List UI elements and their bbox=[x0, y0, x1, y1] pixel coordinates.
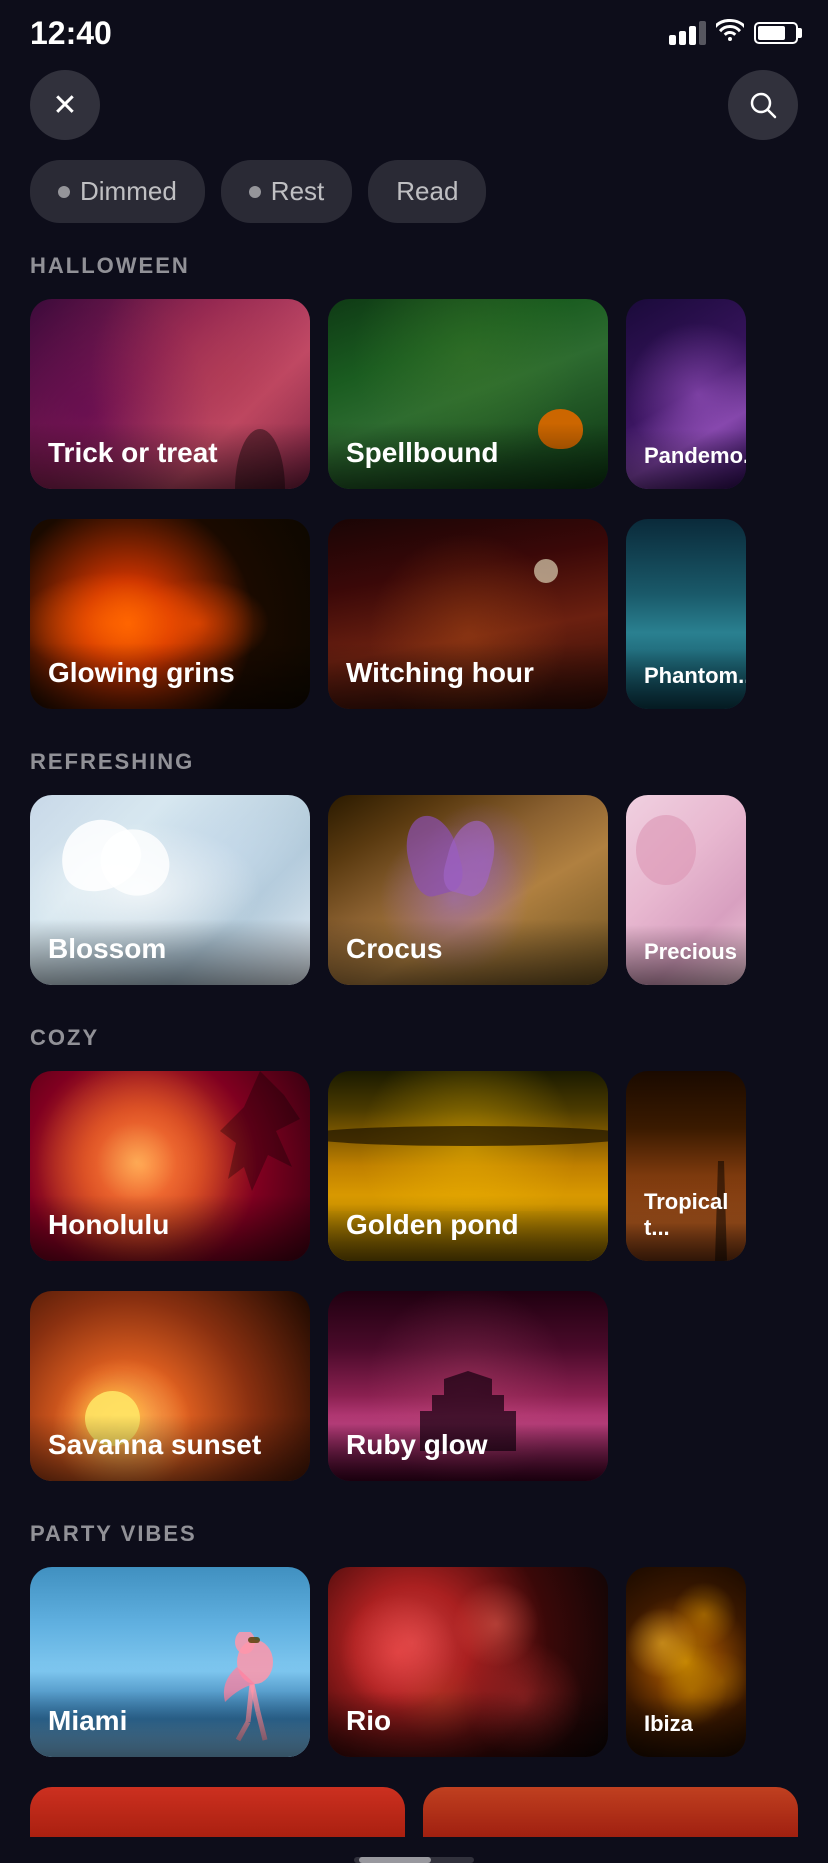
card-ruby-glow-label: Ruby glow bbox=[328, 1415, 608, 1481]
battery-icon bbox=[754, 22, 798, 44]
card-witching-hour-label: Witching hour bbox=[328, 643, 608, 709]
section-party-vibes-label: PARTY VIBES bbox=[0, 1521, 828, 1567]
section-halloween-label: HALLOWEEN bbox=[0, 253, 828, 299]
card-honolulu-label: Honolulu bbox=[30, 1195, 310, 1261]
filter-row: Dimmed Rest Read bbox=[0, 160, 828, 253]
card-trick-or-treat[interactable]: Trick or treat bbox=[30, 299, 310, 489]
scroll-indicator bbox=[354, 1857, 474, 1863]
card-tropical[interactable]: Tropical t... bbox=[626, 1071, 746, 1261]
cozy-row-2: Savanna sunset Ruby glow bbox=[0, 1291, 828, 1511]
status-icons bbox=[669, 19, 798, 48]
card-pandemonium-label: Pandemo... bbox=[626, 429, 746, 489]
card-golden-pond-label: Golden pond bbox=[328, 1195, 608, 1261]
card-precious-label: Precious bbox=[626, 925, 746, 985]
card-rio-label: Rio bbox=[328, 1691, 608, 1757]
section-cozy-label: COZY bbox=[0, 1025, 828, 1071]
card-spellbound[interactable]: Spellbound bbox=[328, 299, 608, 489]
close-button[interactable]: ✕ bbox=[30, 70, 100, 140]
bottom-partial-row bbox=[0, 1787, 828, 1837]
card-phantom[interactable]: Phantom... bbox=[626, 519, 746, 709]
filter-dimmed[interactable]: Dimmed bbox=[30, 160, 205, 223]
header-bar: ✕ bbox=[0, 60, 828, 160]
wifi-icon bbox=[716, 19, 744, 48]
card-blossom-label: Blossom bbox=[30, 919, 310, 985]
card-honolulu[interactable]: Honolulu bbox=[30, 1071, 310, 1261]
status-time: 12:40 bbox=[30, 15, 112, 52]
card-savanna-sunset-label: Savanna sunset bbox=[30, 1415, 310, 1481]
card-crocus[interactable]: Crocus bbox=[328, 795, 608, 985]
status-bar: 12:40 bbox=[0, 0, 828, 60]
refreshing-row-1: Blossom Crocus Precious bbox=[0, 795, 828, 1015]
card-golden-pond[interactable]: Golden pond bbox=[328, 1071, 608, 1261]
search-button[interactable] bbox=[728, 70, 798, 140]
card-witching-hour[interactable]: Witching hour bbox=[328, 519, 608, 709]
card-phantom-label: Phantom... bbox=[626, 649, 746, 709]
bottom-card-2 bbox=[423, 1787, 798, 1837]
card-precious[interactable]: Precious bbox=[626, 795, 746, 985]
card-ibiza[interactable]: Ibiza bbox=[626, 1567, 746, 1757]
card-miami-label: Miami bbox=[30, 1691, 310, 1757]
party-vibes-row-1: Miami Rio Ibiza bbox=[0, 1567, 828, 1787]
filter-read[interactable]: Read bbox=[368, 160, 486, 223]
signal-icon bbox=[669, 21, 706, 45]
card-miami[interactable]: Miami bbox=[30, 1567, 310, 1757]
card-glowing-grins[interactable]: Glowing grins bbox=[30, 519, 310, 709]
cozy-row-1: Honolulu Golden pond Tropical t... bbox=[0, 1071, 828, 1291]
card-blossom[interactable]: Blossom bbox=[30, 795, 310, 985]
card-glowing-grins-label: Glowing grins bbox=[30, 643, 310, 709]
card-ibiza-label: Ibiza bbox=[626, 1697, 746, 1757]
card-pandemonium[interactable]: Pandemo... bbox=[626, 299, 746, 489]
card-tropical-label: Tropical t... bbox=[626, 1175, 746, 1261]
bottom-card-1 bbox=[30, 1787, 405, 1837]
halloween-row-1: Trick or treat Spellbound Pandemo... bbox=[0, 299, 828, 519]
filter-rest[interactable]: Rest bbox=[221, 160, 352, 223]
card-trick-or-treat-label: Trick or treat bbox=[30, 423, 310, 489]
card-crocus-label: Crocus bbox=[328, 919, 608, 985]
halloween-row-2: Glowing grins Witching hour Phantom... bbox=[0, 519, 828, 739]
card-savanna-sunset[interactable]: Savanna sunset bbox=[30, 1291, 310, 1481]
card-spellbound-label: Spellbound bbox=[328, 423, 608, 489]
section-refreshing-label: REFRESHING bbox=[0, 749, 828, 795]
card-rio[interactable]: Rio bbox=[328, 1567, 608, 1757]
card-ruby-glow[interactable]: Ruby glow bbox=[328, 1291, 608, 1481]
